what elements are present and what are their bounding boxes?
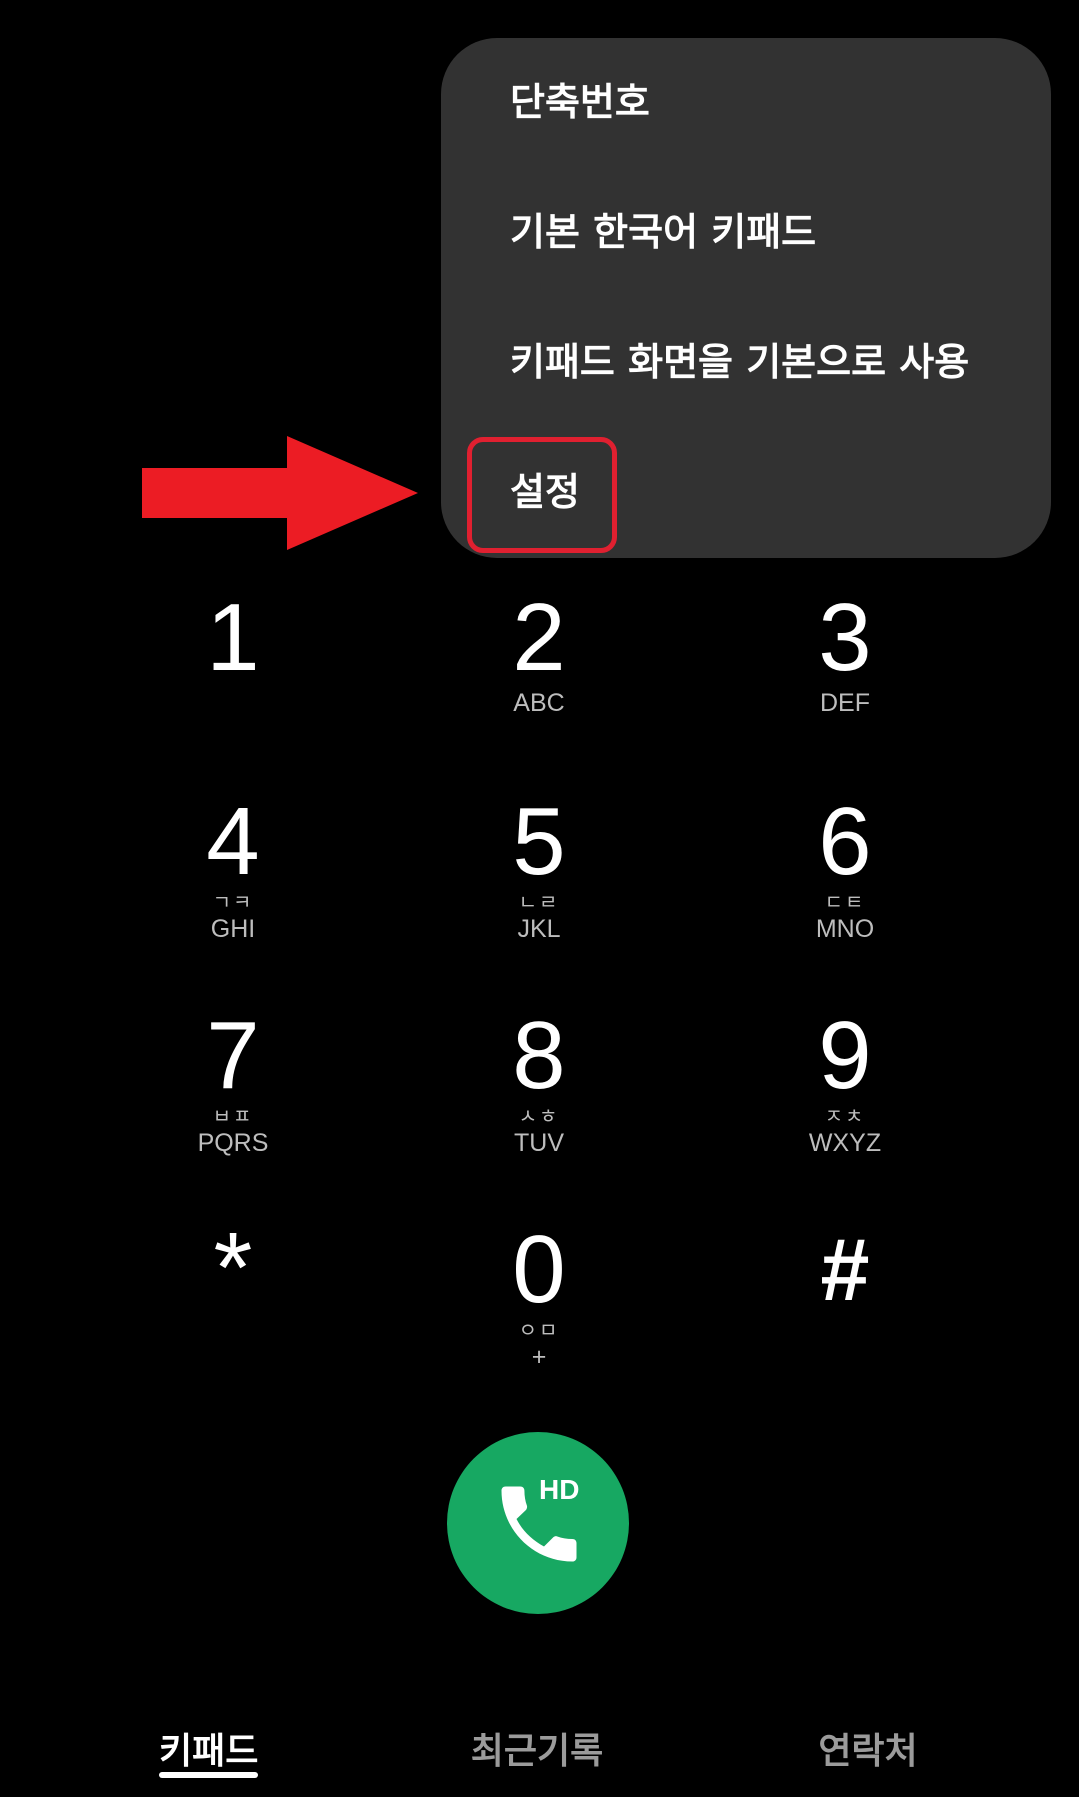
dial-key-letters: MNO (815, 915, 875, 943)
dial-key-digit: 8 (512, 1002, 566, 1109)
dial-key-digit: 7 (206, 1002, 260, 1109)
dial-key-1[interactable]: 1 (133, 590, 333, 770)
dial-key-letters: PQRS (197, 1129, 269, 1157)
hd-badge: HD (539, 1474, 580, 1505)
dial-key-hash[interactable]: # (745, 1222, 945, 1402)
dial-key-digit: * (213, 1212, 253, 1324)
dial-key-digit: 6 (818, 788, 872, 895)
menu-item-keypad-default[interactable]: 키패드 화면을 기본으로 사용 (510, 338, 969, 386)
dial-key-korean: ㄱㅋ (212, 890, 254, 914)
dial-key-8[interactable]: 8 ㅅㅎ TUV (439, 1008, 639, 1188)
dial-key-letters: + (531, 1343, 547, 1371)
dial-key-digit: 1 (206, 584, 260, 691)
tab-keypad[interactable]: 키패드 (159, 1722, 258, 1774)
dial-key-digit: 0 (512, 1216, 566, 1323)
dial-key-7[interactable]: 7 ㅂㅍ PQRS (133, 1008, 333, 1188)
dial-key-digit: 2 (512, 584, 566, 691)
menu-item-speed-dial[interactable]: 단축번호 (510, 78, 650, 126)
tab-active-indicator (159, 1772, 258, 1778)
dial-key-6[interactable]: 6 ㄷㅌ MNO (745, 794, 945, 974)
dial-key-letters: DEF (820, 689, 870, 717)
dial-key-digit: 5 (512, 788, 566, 895)
dial-key-digit: # (820, 1220, 870, 1319)
dial-key-digit: 9 (818, 1002, 872, 1109)
dial-key-letters: GHI (210, 915, 256, 943)
dial-key-korean: ㄴㄹ (518, 890, 560, 914)
dial-key-9[interactable]: 9 ㅈㅊ WXYZ (745, 1008, 945, 1188)
dial-key-2[interactable]: 2 ABC (439, 590, 639, 770)
tab-recent[interactable]: 최근기록 (467, 1722, 607, 1774)
tab-contacts[interactable]: 연락처 (816, 1722, 920, 1774)
dial-key-0[interactable]: 0 ㅇㅁ + (439, 1222, 639, 1402)
dial-key-korean: ㅂㅍ (212, 1104, 254, 1128)
dial-key-letters: WXYZ (808, 1129, 882, 1157)
dial-key-star[interactable]: * (133, 1212, 333, 1400)
dial-key-3[interactable]: 3 DEF (745, 590, 945, 770)
dial-key-korean: ㄷㅌ (824, 890, 866, 914)
dial-key-korean: ㅅㅎ (518, 1104, 560, 1128)
dial-key-digit: 3 (818, 584, 872, 691)
highlight-box (467, 437, 617, 553)
dial-key-letters: ABC (513, 689, 565, 717)
menu-item-korean-keypad[interactable]: 기본 한국어 키패드 (510, 208, 816, 256)
pointer-arrow-icon (142, 436, 418, 550)
call-button[interactable]: HD (447, 1432, 629, 1614)
dial-key-letters: JKL (517, 915, 561, 943)
dial-key-korean: ㅇㅁ (518, 1318, 560, 1342)
dial-key-5[interactable]: 5 ㄴㄹ JKL (439, 794, 639, 974)
dial-key-4[interactable]: 4 ㄱㅋ GHI (133, 794, 333, 974)
dial-key-korean: ㅈㅊ (824, 1104, 866, 1128)
dial-key-letters: TUV (514, 1129, 564, 1157)
dial-key-digit: 4 (206, 788, 260, 895)
